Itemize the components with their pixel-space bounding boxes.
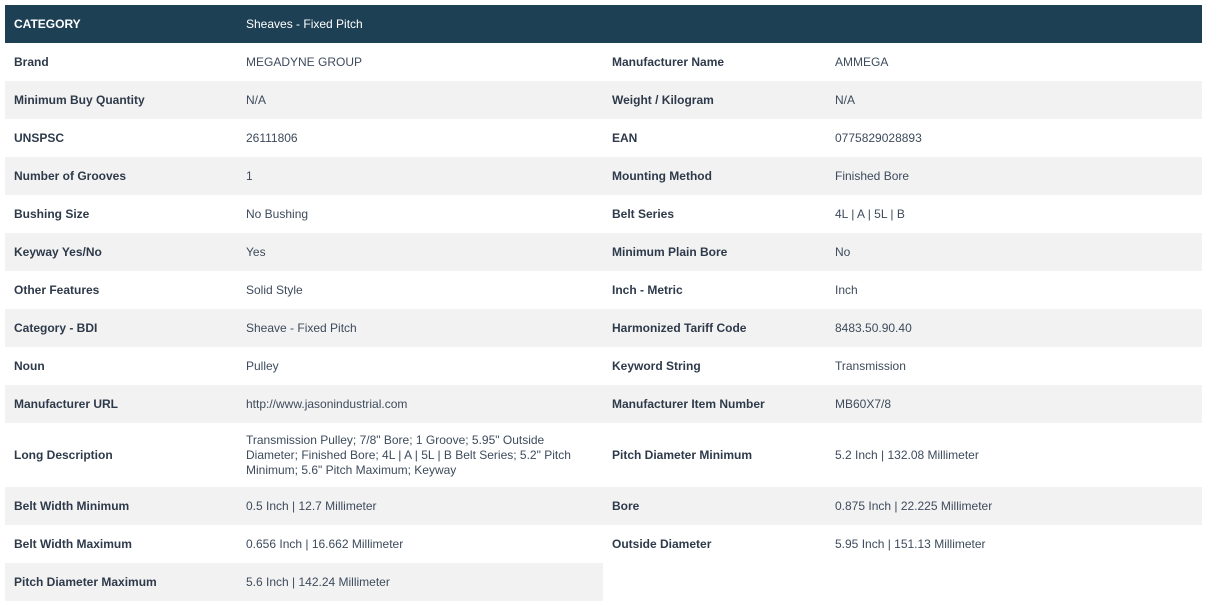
spec-value: MEGADYNE GROUP	[246, 54, 363, 69]
spec-value: 0775829028893	[835, 130, 922, 145]
spec-value: 26111806	[246, 130, 298, 145]
manufacturer-url-link[interactable]: http://www.jasonindustrial.com	[246, 397, 603, 412]
table-header: CATEGORY Sheaves - Fixed Pitch	[5, 5, 1202, 43]
spec-label: UNSPSC	[14, 131, 65, 145]
table-row: Category - BDI Sheave - Fixed Pitch	[5, 309, 603, 347]
table-row: Brand MEGADYNE GROUP	[5, 43, 603, 81]
table-row: Inch - Metric Inch	[603, 271, 1202, 309]
table-row: Number of Grooves 1	[5, 157, 603, 195]
table-row: Other Features Solid Style	[5, 271, 603, 309]
spec-label: Weight / Kilogram	[612, 93, 714, 107]
spec-label: Long Description	[14, 448, 113, 462]
spec-label: Bore	[612, 499, 640, 513]
spec-value: 0.875 Inch | 22.225 Millimeter	[835, 498, 993, 513]
right-column: Manufacturer Name AMMEGA Weight / Kilogra…	[603, 43, 1202, 601]
table-row: Noun Pulley	[5, 347, 603, 385]
spec-value: 5.6 Inch | 142.24 Millimeter	[246, 574, 390, 589]
spec-label: Minimum Buy Quantity	[14, 93, 145, 107]
spec-label: Keyword String	[612, 359, 701, 373]
table-row: Minimum Buy Quantity N/A	[5, 81, 603, 119]
spec-value: Transmission Pulley; 7/8" Bore; 1 Groove…	[246, 432, 571, 477]
spec-label: Manufacturer Name	[612, 55, 725, 69]
spec-label: Number of Grooves	[14, 169, 127, 183]
spec-label: Manufacturer URL	[14, 397, 119, 411]
spec-value: Pulley	[246, 358, 279, 373]
table-row: Manufacturer Item Number MB60X7/8	[603, 385, 1202, 423]
spec-label: Harmonized Tariff Code	[612, 321, 747, 335]
spec-value: 0.656 Inch | 16.662 Millimeter	[246, 536, 404, 551]
spec-label: Bushing Size	[14, 207, 90, 221]
table-row: Pitch Diameter Minimum 5.2 Inch | 132.08 …	[603, 423, 1202, 487]
spec-value: Inch	[835, 282, 858, 297]
spec-label: Pitch Diameter Minimum	[612, 448, 753, 462]
header-label: CATEGORY	[14, 17, 81, 31]
spec-label: Other Features	[14, 283, 100, 297]
spec-value: MB60X7/8	[835, 396, 892, 411]
table-row: Mounting Method Finished Bore	[603, 157, 1202, 195]
spec-label: EAN	[612, 131, 638, 145]
spec-value: Sheave - Fixed Pitch	[246, 320, 357, 335]
spec-value: Transmission	[835, 358, 906, 373]
table-row: Belt Width Maximum 0.656 Inch | 16.662 Mi…	[5, 525, 603, 563]
spec-value: N/A	[835, 92, 856, 107]
spec-label: Belt Width Maximum	[14, 537, 132, 551]
table-row: EAN 0775829028893	[603, 119, 1202, 157]
spec-grid: Brand MEGADYNE GROUP Minimum Buy Quantity…	[5, 43, 1202, 601]
table-row: Weight / Kilogram N/A	[603, 81, 1202, 119]
table-row: Harmonized Tariff Code 8483.50.90.40	[603, 309, 1202, 347]
spec-label: Keyway Yes/No	[14, 245, 102, 259]
spec-value: 1	[246, 168, 253, 183]
table-row: Belt Series 4L | A | 5L | B	[603, 195, 1202, 233]
spec-label: Noun	[14, 359, 45, 373]
spec-value: Finished Bore	[835, 168, 910, 183]
spec-value: 5.95 Inch | 151.13 Millimeter	[835, 536, 986, 551]
spec-label: Outside Diameter	[612, 537, 712, 551]
spec-value: 8483.50.90.40	[835, 320, 912, 335]
spec-table: CATEGORY Sheaves - Fixed Pitch Brand MEGA…	[5, 5, 1202, 601]
spec-label: Manufacturer Item Number	[612, 397, 765, 411]
table-row: Belt Width Minimum 0.5 Inch | 12.7 Millim…	[5, 487, 603, 525]
spec-label: Inch - Metric	[612, 283, 683, 297]
table-row: Long Description Transmission Pulley; 7/8…	[5, 423, 603, 487]
table-row: Pitch Diameter Maximum 5.6 Inch | 142.24 …	[5, 563, 603, 601]
left-column: Brand MEGADYNE GROUP Minimum Buy Quantity…	[5, 43, 603, 601]
spec-value: AMMEGA	[835, 54, 889, 69]
spec-label: Brand	[14, 55, 49, 69]
spec-label: Minimum Plain Bore	[612, 245, 728, 259]
table-row: Bore 0.875 Inch | 22.225 Millimeter	[603, 487, 1202, 525]
table-row: Manufacturer URL http://www.jasonindustri…	[5, 385, 603, 423]
spec-label: Category - BDI	[14, 321, 98, 335]
header-value: Sheaves - Fixed Pitch	[246, 17, 363, 31]
spec-value: 4L | A | 5L | B	[835, 206, 905, 221]
spec-label: Belt Width Minimum	[14, 499, 130, 513]
spec-label: Mounting Method	[612, 169, 712, 183]
spec-value: 5.2 Inch | 132.08 Millimeter	[835, 447, 979, 462]
spec-label: Belt Series	[612, 207, 675, 221]
table-row: Keyword String Transmission	[603, 347, 1202, 385]
spec-label: Pitch Diameter Maximum	[14, 575, 157, 589]
table-row: UNSPSC 26111806	[5, 119, 603, 157]
spec-value: No Bushing	[246, 206, 309, 221]
spec-value: Solid Style	[246, 282, 303, 297]
spec-value: No	[835, 244, 851, 259]
spec-value: N/A	[246, 92, 267, 107]
table-row: Keyway Yes/No Yes	[5, 233, 603, 271]
table-row: Minimum Plain Bore No	[603, 233, 1202, 271]
spec-value: Yes	[246, 244, 266, 259]
table-row: Bushing Size No Bushing	[5, 195, 603, 233]
spec-value: 0.5 Inch | 12.7 Millimeter	[246, 498, 377, 513]
table-row: Manufacturer Name AMMEGA	[603, 43, 1202, 81]
table-row: Outside Diameter 5.95 Inch | 151.13 Milli…	[603, 525, 1202, 563]
